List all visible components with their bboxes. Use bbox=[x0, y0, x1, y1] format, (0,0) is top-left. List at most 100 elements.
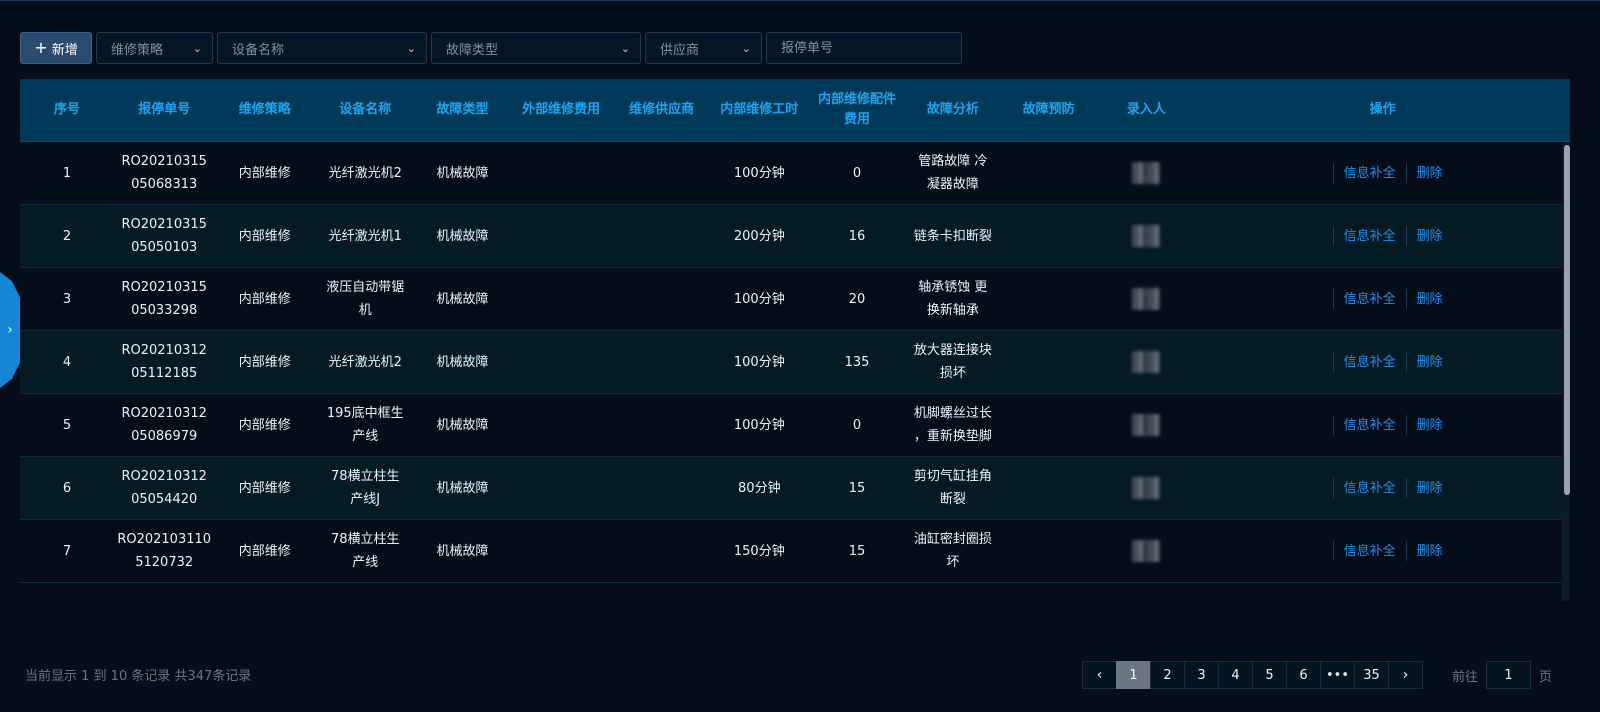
strategy-select[interactable]: 维修策略 ⌄ bbox=[96, 32, 213, 64]
cell-fault-prevention bbox=[1000, 142, 1098, 204]
cell-supplier bbox=[613, 520, 711, 582]
scrollbar-thumb[interactable] bbox=[1564, 145, 1570, 495]
complete-info-link[interactable]: 信息补全 bbox=[1344, 540, 1396, 563]
fault-type-select[interactable]: 故障类型 ⌄ bbox=[431, 32, 641, 64]
filter-toolbar: + 新增 维修策略 ⌄ 设备名称 ⌄ 故障类型 ⌄ 供应商 ⌄ bbox=[20, 32, 962, 64]
cell-internal-hours: 100分钟 bbox=[733, 417, 785, 433]
delete-link[interactable]: 删除 bbox=[1417, 351, 1443, 374]
cell-fault-analysis: 机脚螺丝过长 ，重新换垫脚 bbox=[913, 406, 992, 444]
complete-info-link[interactable]: 信息补全 bbox=[1344, 414, 1396, 437]
supplier-select[interactable]: 供应商 ⌄ bbox=[645, 32, 762, 64]
header-strategy: 维修策略 bbox=[238, 102, 291, 117]
cell-order: RO20210315 05033298 bbox=[121, 280, 207, 318]
row-actions: 信息补全 删除 bbox=[1323, 477, 1443, 500]
cell-no: 2 bbox=[62, 228, 72, 244]
cell-fault-type: 机械故障 bbox=[436, 543, 489, 559]
cell-supplier bbox=[613, 268, 711, 330]
page-button[interactable]: 6 bbox=[1286, 661, 1321, 689]
cell-fault-type: 机械故障 bbox=[436, 228, 489, 244]
delete-link[interactable]: 删除 bbox=[1417, 162, 1443, 185]
next-page-button[interactable]: › bbox=[1388, 661, 1423, 689]
divider bbox=[1405, 163, 1407, 183]
cell-entered-by bbox=[1098, 331, 1196, 393]
table-row: 6 RO20210312 05054420 内部维修 78横立柱生 产线J 机械故障 80… bbox=[20, 457, 1570, 520]
delete-link[interactable]: 删除 bbox=[1417, 288, 1443, 311]
cell-parts-cost: 16 bbox=[848, 228, 866, 244]
cell-supplier bbox=[613, 331, 711, 393]
header-entered-by: 录入人 bbox=[1126, 102, 1166, 117]
cell-strategy: 内部维修 bbox=[238, 543, 291, 559]
cell-order: RO20210315 05050103 bbox=[121, 217, 207, 255]
chevron-down-icon: ⌄ bbox=[620, 41, 630, 55]
cell-parts-cost: 20 bbox=[848, 291, 866, 307]
delete-link[interactable]: 删除 bbox=[1417, 477, 1443, 500]
redacted-avatar bbox=[1132, 225, 1161, 247]
prev-page-button[interactable]: ‹ bbox=[1082, 661, 1117, 689]
goto-page-input[interactable]: 1 bbox=[1486, 661, 1532, 689]
page-button[interactable]: 2 bbox=[1150, 661, 1185, 689]
complete-info-link[interactable]: 信息补全 bbox=[1344, 288, 1396, 311]
row-actions: 信息补全 删除 bbox=[1323, 540, 1443, 563]
delete-link[interactable]: 删除 bbox=[1417, 540, 1443, 563]
chevron-down-icon: ⌄ bbox=[741, 41, 751, 55]
cell-no: 4 bbox=[62, 354, 72, 370]
table-row: 3 RO20210315 05033298 内部维修 液压自动带锯 机 机械故障 100分… bbox=[20, 268, 1570, 331]
page-button[interactable]: 5 bbox=[1252, 661, 1287, 689]
add-button[interactable]: + 新增 bbox=[20, 32, 92, 64]
cell-device: 78横立柱生 产线 bbox=[330, 532, 400, 570]
cell-actions: 信息补全 删除 bbox=[1195, 520, 1570, 582]
delete-link[interactable]: 删除 bbox=[1417, 225, 1443, 248]
table-scrollbar[interactable] bbox=[1562, 142, 1570, 601]
row-actions: 信息补全 删除 bbox=[1323, 414, 1443, 437]
complete-info-link[interactable]: 信息补全 bbox=[1344, 477, 1396, 500]
header-fault-type: 故障类型 bbox=[436, 102, 489, 117]
cell-parts-cost: 15 bbox=[848, 543, 866, 559]
complete-info-link[interactable]: 信息补全 bbox=[1344, 162, 1396, 185]
goto-prefix: 前往 bbox=[1452, 669, 1479, 685]
side-expand-tab[interactable]: › bbox=[0, 272, 20, 388]
table-row: 5 RO20210312 05086979 内部维修 195底中框生 产线 机械故障 10… bbox=[20, 394, 1570, 457]
cell-fault-prevention bbox=[1000, 520, 1098, 582]
cell-entered-by bbox=[1098, 205, 1196, 267]
table-header: 序号 报停单号 维修策略 设备名称 故障类型 外部维修费用 维修供应商 内部维修… bbox=[20, 79, 1570, 142]
header-internal-hours: 内部维修工时 bbox=[720, 102, 799, 117]
cell-actions: 信息补全 删除 bbox=[1195, 394, 1570, 456]
cell-parts-cost: 0 bbox=[852, 165, 862, 181]
cell-order: RO20210312 05112185 bbox=[121, 343, 207, 381]
redacted-avatar bbox=[1132, 414, 1161, 436]
cell-no: 3 bbox=[62, 291, 72, 307]
cell-actions: 信息补全 删除 bbox=[1195, 331, 1570, 393]
cell-strategy: 内部维修 bbox=[238, 480, 291, 496]
page-button[interactable]: 4 bbox=[1218, 661, 1253, 689]
cell-external-cost bbox=[509, 457, 612, 519]
cell-strategy: 内部维修 bbox=[238, 417, 291, 433]
cell-supplier bbox=[613, 205, 711, 267]
divider bbox=[1332, 163, 1334, 183]
cell-order: RO20210315 05068313 bbox=[121, 154, 207, 192]
header-actions: 操作 bbox=[1369, 102, 1396, 117]
complete-info-link[interactable]: 信息补全 bbox=[1344, 225, 1396, 248]
row-actions: 信息补全 删除 bbox=[1323, 162, 1443, 185]
complete-info-link[interactable]: 信息补全 bbox=[1344, 351, 1396, 374]
page-button[interactable]: 35 bbox=[1354, 661, 1389, 689]
table-body: 1 RO20210315 05068313 内部维修 光纤激光机2 机械故障 100分钟 0… bbox=[20, 142, 1570, 583]
page-ellipsis[interactable]: ••• bbox=[1320, 661, 1355, 689]
delete-link[interactable]: 删除 bbox=[1417, 414, 1443, 437]
cell-device: 光纤激光机1 bbox=[328, 228, 402, 244]
cell-parts-cost: 15 bbox=[848, 480, 866, 496]
device-select[interactable]: 设备名称 ⌄ bbox=[217, 32, 427, 64]
goto-suffix: 页 bbox=[1539, 669, 1553, 685]
cell-external-cost bbox=[509, 142, 612, 204]
order-search-input[interactable] bbox=[766, 32, 962, 64]
cell-external-cost bbox=[509, 205, 612, 267]
cell-entered-by bbox=[1098, 394, 1196, 456]
header-supplier: 维修供应商 bbox=[629, 102, 695, 117]
divider bbox=[1332, 478, 1334, 498]
page-button[interactable]: 1 bbox=[1116, 661, 1151, 689]
cell-fault-prevention bbox=[1000, 394, 1098, 456]
page-button[interactable]: 3 bbox=[1184, 661, 1219, 689]
cell-order: RO20210312 05086979 bbox=[121, 406, 207, 444]
divider bbox=[1405, 478, 1407, 498]
cell-device: 光纤激光机2 bbox=[328, 354, 402, 370]
cell-no: 1 bbox=[62, 165, 72, 181]
